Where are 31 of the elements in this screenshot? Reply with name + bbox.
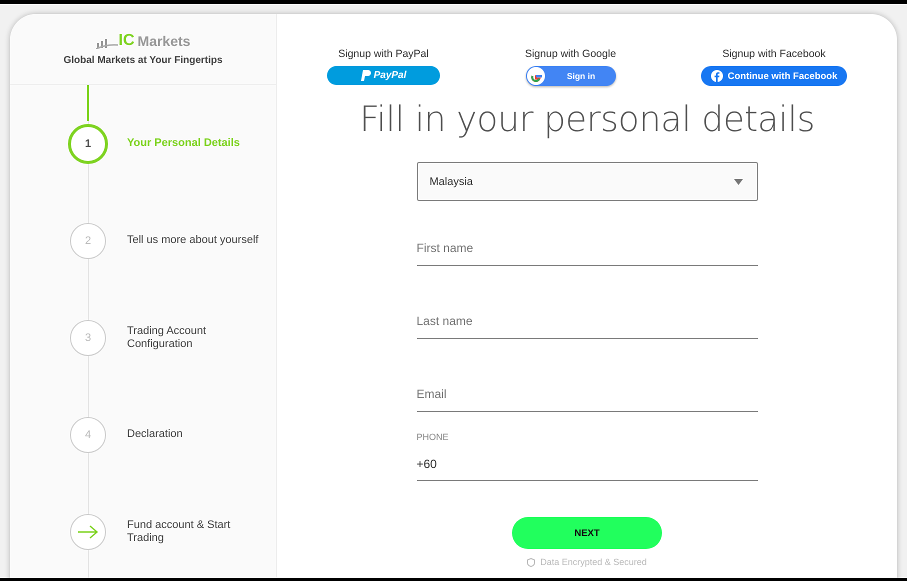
phone-label: PHONE	[416, 432, 450, 442]
step-label: Trading Account Configuration	[127, 324, 208, 350]
signup-caption: Signup with Google	[524, 48, 616, 60]
facebook-icon	[710, 70, 723, 82]
dropdown-caret-icon	[734, 178, 742, 184]
shield-icon	[527, 558, 536, 566]
google-signin-button[interactable]: Sign in	[526, 66, 616, 86]
google-icon	[526, 67, 544, 85]
text-field[interactable]: First name	[416, 230, 758, 266]
step-number: 4	[70, 416, 106, 452]
next-button[interactable]: NEXT	[512, 517, 662, 549]
step-label: Tell us more about yourself	[127, 234, 260, 247]
step-label: Fund account & Start Trading	[127, 518, 232, 544]
text-field[interactable]: Email	[416, 376, 758, 412]
phone-field[interactable]: +60	[416, 448, 758, 481]
facebook-button[interactable]: Continue with Facebook	[701, 66, 847, 86]
page-title: Fill in your personal details	[359, 100, 815, 140]
tagline: Global Markets at Your Fingertips	[63, 54, 223, 66]
security-note: Data Encrypted & Secured	[540, 557, 647, 567]
logo-name: Markets	[138, 34, 190, 48]
step-number: 1	[68, 124, 108, 164]
signup-caption: Signup with Facebook	[722, 48, 826, 60]
country-select[interactable]: Malaysia	[416, 162, 758, 201]
paypal-icon	[360, 70, 371, 81]
logo-text: IC	[118, 32, 135, 48]
step-number: 3	[70, 320, 106, 356]
step-label: Your Personal Details	[127, 137, 241, 150]
text-field[interactable]: Last name	[416, 303, 758, 339]
signup-caption: Signup with PayPal	[338, 48, 429, 60]
step-label: Declaration	[127, 428, 184, 441]
step-number: 2	[70, 222, 106, 258]
